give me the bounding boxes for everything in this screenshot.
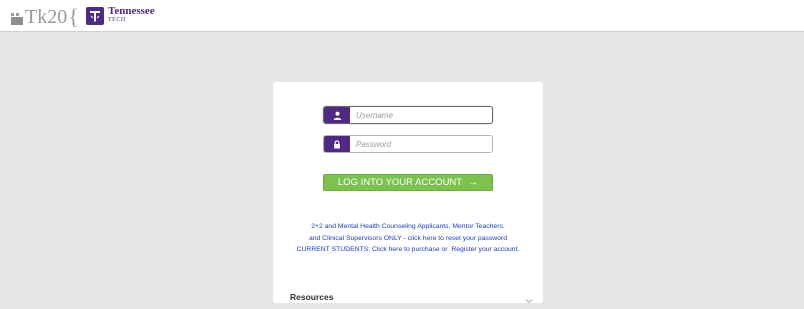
tennessee-tech-shield-icon (86, 7, 104, 25)
info-links: 2+2 and Mental Health Counseling Applica… (273, 221, 543, 256)
login-card: LOG INTO YOUR ACCOUNT → 2+2 and Mental H… (273, 82, 543, 304)
username-field[interactable] (323, 106, 493, 124)
username-input[interactable] (350, 107, 492, 123)
register-account-link[interactable]: Register your account. (451, 246, 519, 253)
password-field[interactable] (323, 135, 493, 153)
chevron-down-icon[interactable] (525, 291, 533, 309)
tk20-logo-text: Tk20 (25, 6, 68, 28)
tk20-logo[interactable]: Tk20 { (11, 6, 79, 28)
login-button[interactable]: LOG INTO YOUR ACCOUNT → (323, 174, 493, 191)
lock-icon (324, 136, 350, 152)
university-name: Tennessee (108, 5, 155, 17)
resources-heading[interactable]: Resources (290, 292, 333, 302)
password-input[interactable] (350, 136, 492, 152)
tk20-logo-brace: { (68, 4, 79, 29)
purchase-link[interactable]: CURRENT STUDENTS: Click here to purchase… (297, 246, 448, 253)
user-icon (324, 107, 350, 123)
top-header: Tk20 { Tennessee TECH (0, 0, 804, 32)
tk20-logo-mark-icon (11, 13, 23, 25)
arrow-right-icon: → (468, 177, 479, 188)
reset-password-link-line2[interactable]: and Clinical Supervisors ONLY - click he… (309, 235, 507, 242)
reset-password-link-line1[interactable]: 2+2 and Mental Health Counseling Applica… (311, 223, 505, 230)
login-button-label: LOG INTO YOUR ACCOUNT (337, 177, 463, 188)
university-sub: TECH (108, 17, 126, 23)
